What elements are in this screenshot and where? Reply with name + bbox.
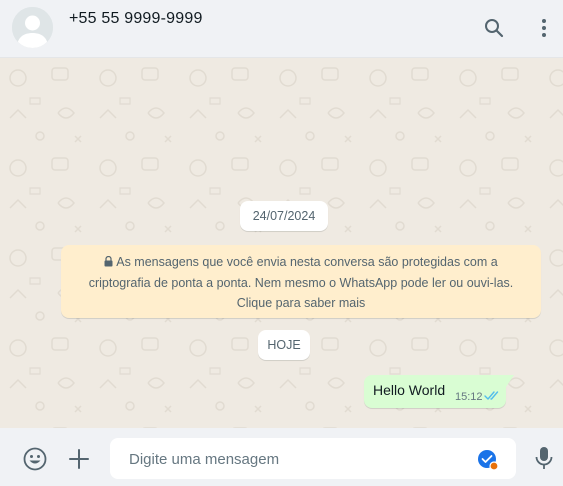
double-check-read-icon xyxy=(484,391,499,400)
kebab-menu-icon xyxy=(542,19,546,37)
message-composer xyxy=(0,428,563,486)
emoji-button[interactable] xyxy=(22,446,48,472)
chat-header: +55 55 9999-9999 xyxy=(0,0,563,58)
conversation-panel[interactable]: 24/07/2024 As mensagens que você envia n… xyxy=(0,58,563,428)
encryption-notice-text: As mensagens que você envia nesta conver… xyxy=(88,255,514,310)
lock-icon xyxy=(104,256,113,267)
emoji-icon xyxy=(23,447,47,471)
microphone-icon xyxy=(535,447,553,469)
grammar-check-button[interactable] xyxy=(477,449,499,471)
attach-button[interactable] xyxy=(66,446,92,472)
outgoing-message[interactable]: Hello World 15:12 xyxy=(364,375,506,408)
grammar-check-icon xyxy=(478,450,499,471)
contact-avatar[interactable] xyxy=(12,7,53,48)
message-text: Hello World xyxy=(373,382,446,398)
contact-name[interactable]: +55 55 9999-9999 xyxy=(69,10,203,28)
menu-button[interactable] xyxy=(532,16,556,40)
date-divider: 24/07/2024 xyxy=(240,201,328,231)
plus-icon xyxy=(69,449,89,469)
default-avatar-icon xyxy=(12,7,53,48)
search-icon xyxy=(485,19,504,38)
message-input[interactable] xyxy=(127,438,471,481)
doodle-wallpaper xyxy=(0,58,563,428)
message-input-box[interactable] xyxy=(110,438,516,481)
search-button[interactable] xyxy=(482,16,506,40)
today-divider: HOJE xyxy=(258,330,310,360)
bubble-tail xyxy=(506,375,514,387)
encryption-notice[interactable]: As mensagens que você envia nesta conver… xyxy=(61,245,541,318)
message-time: 15:12 xyxy=(455,391,483,403)
voice-message-button[interactable] xyxy=(533,445,555,471)
